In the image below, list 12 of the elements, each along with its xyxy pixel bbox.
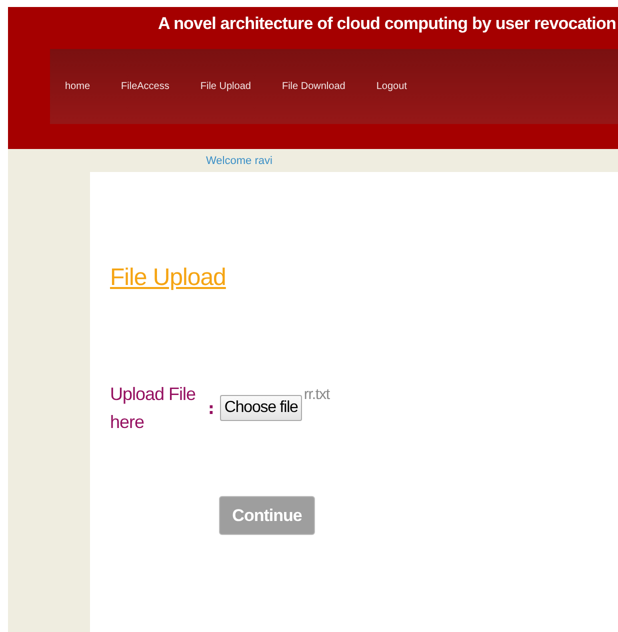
site-title: A novel architecture of cloud computing by user revocation <box>158 14 616 34</box>
nav-link[interactable]: File Download <box>282 81 346 92</box>
welcome-text: Welcome ravi <box>206 155 272 169</box>
nav-link[interactable]: File Upload <box>200 81 251 92</box>
nav-link[interactable]: home <box>65 81 90 92</box>
page-heading: File Upload <box>110 264 226 292</box>
colon-separator: : <box>208 398 214 418</box>
nav-link[interactable]: Logout <box>376 81 407 92</box>
field-label: Upload File here <box>110 383 197 434</box>
file-name: rr.txt <box>304 386 330 403</box>
nav-link[interactable]: FileAccess <box>121 81 170 92</box>
choose-file-button[interactable]: Choose file <box>220 395 302 421</box>
